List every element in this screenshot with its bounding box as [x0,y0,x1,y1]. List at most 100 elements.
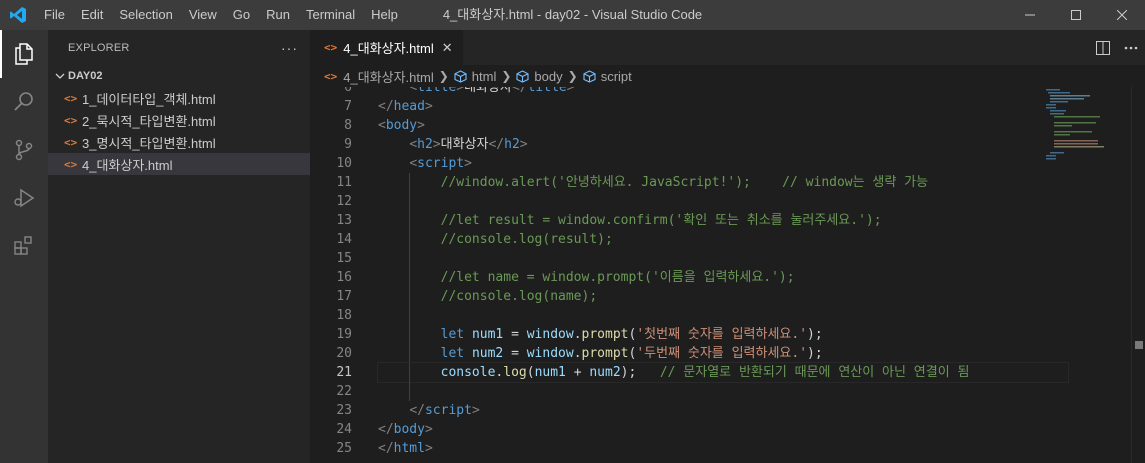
line-number: 12 [336,194,352,209]
close-button[interactable] [1099,0,1145,30]
code-line [378,306,1068,325]
line-number: 18 [336,308,352,323]
comment: //window.alert('안녕하세요. JavaScript!'); //… [440,175,929,190]
line-number: 19 [336,327,352,342]
breadcrumb-label: body [534,68,563,84]
split-editor-button[interactable] [1089,30,1117,65]
minimap[interactable] [1042,87,1132,463]
menu-selection[interactable]: Selection [111,0,180,30]
string-literal: '두번째 숫자를 입력하세요.' [636,346,808,361]
file-item[interactable]: <> 2_묵시적_타입변환.html [48,109,310,131]
code-line: </body> [378,422,433,437]
run-debug-icon [14,188,35,208]
code-line: <h2>대화상자</h2> [409,137,528,152]
file-item[interactable]: <> 1_데이터타입_객체.html [48,87,310,109]
menu-edit[interactable]: Edit [73,0,111,30]
menu-terminal[interactable]: Terminal [298,0,363,30]
more-actions-icon[interactable]: ··· [281,40,298,56]
menu-run[interactable]: Run [258,0,298,30]
breadcrumb-label: html [471,68,497,84]
close-icon [1117,10,1127,20]
code-line: //console.log(result); [378,230,1068,249]
menu-file[interactable]: File [36,0,73,30]
breadcrumb: <> 4_대화상자.html ❯ html ❯ body ❯ script [310,65,1145,87]
line-number: 17 [336,289,352,304]
vscode-logo-icon [0,0,36,30]
file-label: 4_대화상자.html [82,157,173,173]
line-number: 23 [336,403,352,418]
line-number: 22 [336,384,352,399]
line-number: 24 [336,422,352,437]
minimize-icon [1025,14,1035,16]
menu-go[interactable]: Go [225,0,258,30]
line-number: 20 [336,346,352,361]
line-number-current: 21 [336,365,352,380]
code-line: <body> [378,118,425,133]
code-line: </script> [409,403,480,418]
file-label: 2_묵시적_타입변환.html [82,113,216,129]
code-line: </head> [378,99,433,114]
code-editor[interactable]: 6 7 8 9 10 11 12 13 14 15 16 17 18 19 20… [310,87,1145,463]
line-number: 14 [336,232,352,247]
scrollbar-marker [1135,341,1143,349]
window-controls [1007,0,1145,30]
more-actions-button[interactable] [1117,30,1145,65]
code-line: <title>대화상자</title> [378,87,1068,97]
close-tab-icon[interactable]: ✕ [442,40,453,56]
source-control-button[interactable] [0,126,48,174]
chevron-right-icon: ❯ [567,69,578,83]
minimize-button[interactable] [1007,0,1053,30]
file-label: 1_데이터타입_객체.html [82,91,216,107]
code-line [378,249,1068,268]
line-number: 6 [344,87,352,95]
vertical-scrollbar[interactable] [1131,87,1145,463]
chevron-down-icon [52,71,68,81]
line-number: 16 [336,270,352,285]
extensions-icon [14,236,32,255]
h2-text: 대화상자 [440,137,489,152]
code-line: //let result = window.confirm('확인 또는 취소를… [378,211,1068,230]
code-line: let num1 = window.prompt('첫번째 숫자를 입력하세요.… [378,325,1068,344]
line-number: 25 [336,441,352,456]
html-file-icon: <> [324,69,338,83]
maximize-button[interactable] [1053,0,1099,30]
code-line: </html> [378,441,433,456]
tab-bar: <> 4_대화상자.html ✕ [310,30,1145,65]
folder-day02[interactable]: DAY02 [48,65,310,87]
search-button[interactable] [0,78,48,126]
tab-active[interactable]: <> 4_대화상자.html ✕ [310,30,463,65]
file-label: 3_명시적_타입변환.html [82,135,216,151]
cube-icon [516,69,529,83]
html-file-icon: <> [64,91,78,105]
breadcrumb-label: script [600,68,632,84]
maximize-icon [1071,10,1081,20]
title-bar: File Edit Selection View Go Run Terminal… [0,0,1145,30]
html-file-icon: <> [64,135,78,149]
explorer-button[interactable] [0,30,48,78]
code-line: //window.alert('안녕하세요. JavaScript!'); //… [378,173,1068,192]
line-number-gutter: 6 7 8 9 10 11 12 13 14 15 16 17 18 19 20… [310,87,372,463]
chevron-right-icon: ❯ [501,69,512,83]
file-item[interactable]: <> 3_명시적_타입변환.html [48,131,310,153]
title-text: 대화상자 [464,87,512,95]
comment: //let result = window.confirm('확인 또는 취소를… [440,213,882,228]
explorer-header: EXPLORER ··· [48,30,310,65]
menu-help[interactable]: Help [363,0,406,30]
line-number: 9 [344,137,352,152]
code-line [378,192,1068,211]
menu-view[interactable]: View [181,0,225,30]
breadcrumb-body[interactable]: body [516,68,563,84]
html-file-icon: <> [324,41,338,54]
breadcrumb-html[interactable]: html [454,68,497,84]
file-item-active[interactable]: <> 4_대화상자.html [48,153,310,175]
html-file-icon: <> [64,113,78,127]
search-icon [14,92,33,111]
extensions-button[interactable] [0,222,48,270]
code-line: <script> [409,156,472,171]
line-number: 15 [336,251,352,266]
editor-actions [1089,30,1145,65]
breadcrumb-script[interactable]: script [583,69,632,84]
cube-icon [454,69,467,83]
breadcrumb-file[interactable]: <> 4_대화상자.html [324,67,434,86]
run-debug-button[interactable] [0,174,48,222]
